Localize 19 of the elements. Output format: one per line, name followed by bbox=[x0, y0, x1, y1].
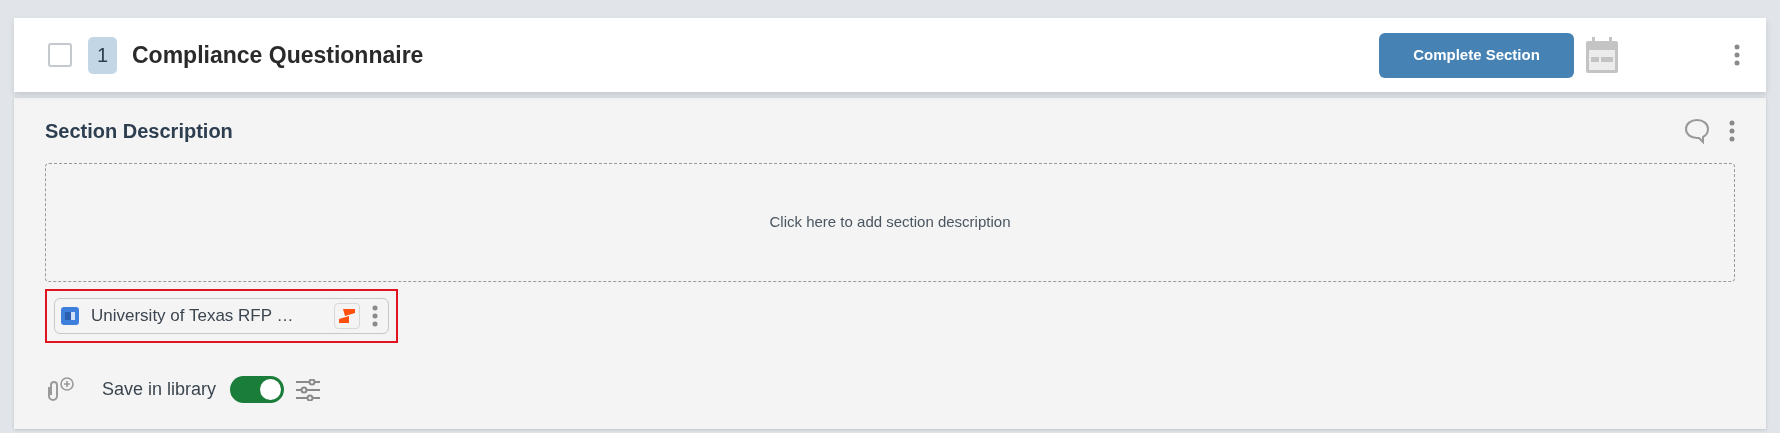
description-field[interactable]: Click here to add section description bbox=[45, 163, 1735, 282]
more-icon[interactable] bbox=[1729, 120, 1735, 142]
section-heading: Section Description bbox=[45, 119, 233, 144]
save-label: Save in library bbox=[102, 378, 217, 401]
complete-section-button[interactable]: Complete Section bbox=[1379, 32, 1574, 78]
attachment-name: University of Texas RFP … bbox=[91, 305, 295, 328]
calendar-icon[interactable] bbox=[1586, 37, 1618, 73]
section-checkbox[interactable] bbox=[48, 43, 72, 67]
source-logo-icon bbox=[334, 303, 360, 329]
comment-icon[interactable] bbox=[1683, 117, 1711, 145]
section-number: 1 bbox=[88, 36, 117, 74]
document-icon bbox=[61, 307, 79, 325]
section-title: Compliance Questionnaire bbox=[132, 40, 424, 70]
attach-icon[interactable] bbox=[45, 376, 75, 403]
save-toggle[interactable] bbox=[230, 376, 285, 403]
sliders-icon[interactable] bbox=[296, 378, 321, 401]
more-icon[interactable] bbox=[1734, 44, 1740, 66]
more-icon[interactable] bbox=[372, 305, 378, 327]
attachment-chip[interactable]: University of Texas RFP … bbox=[54, 298, 389, 334]
